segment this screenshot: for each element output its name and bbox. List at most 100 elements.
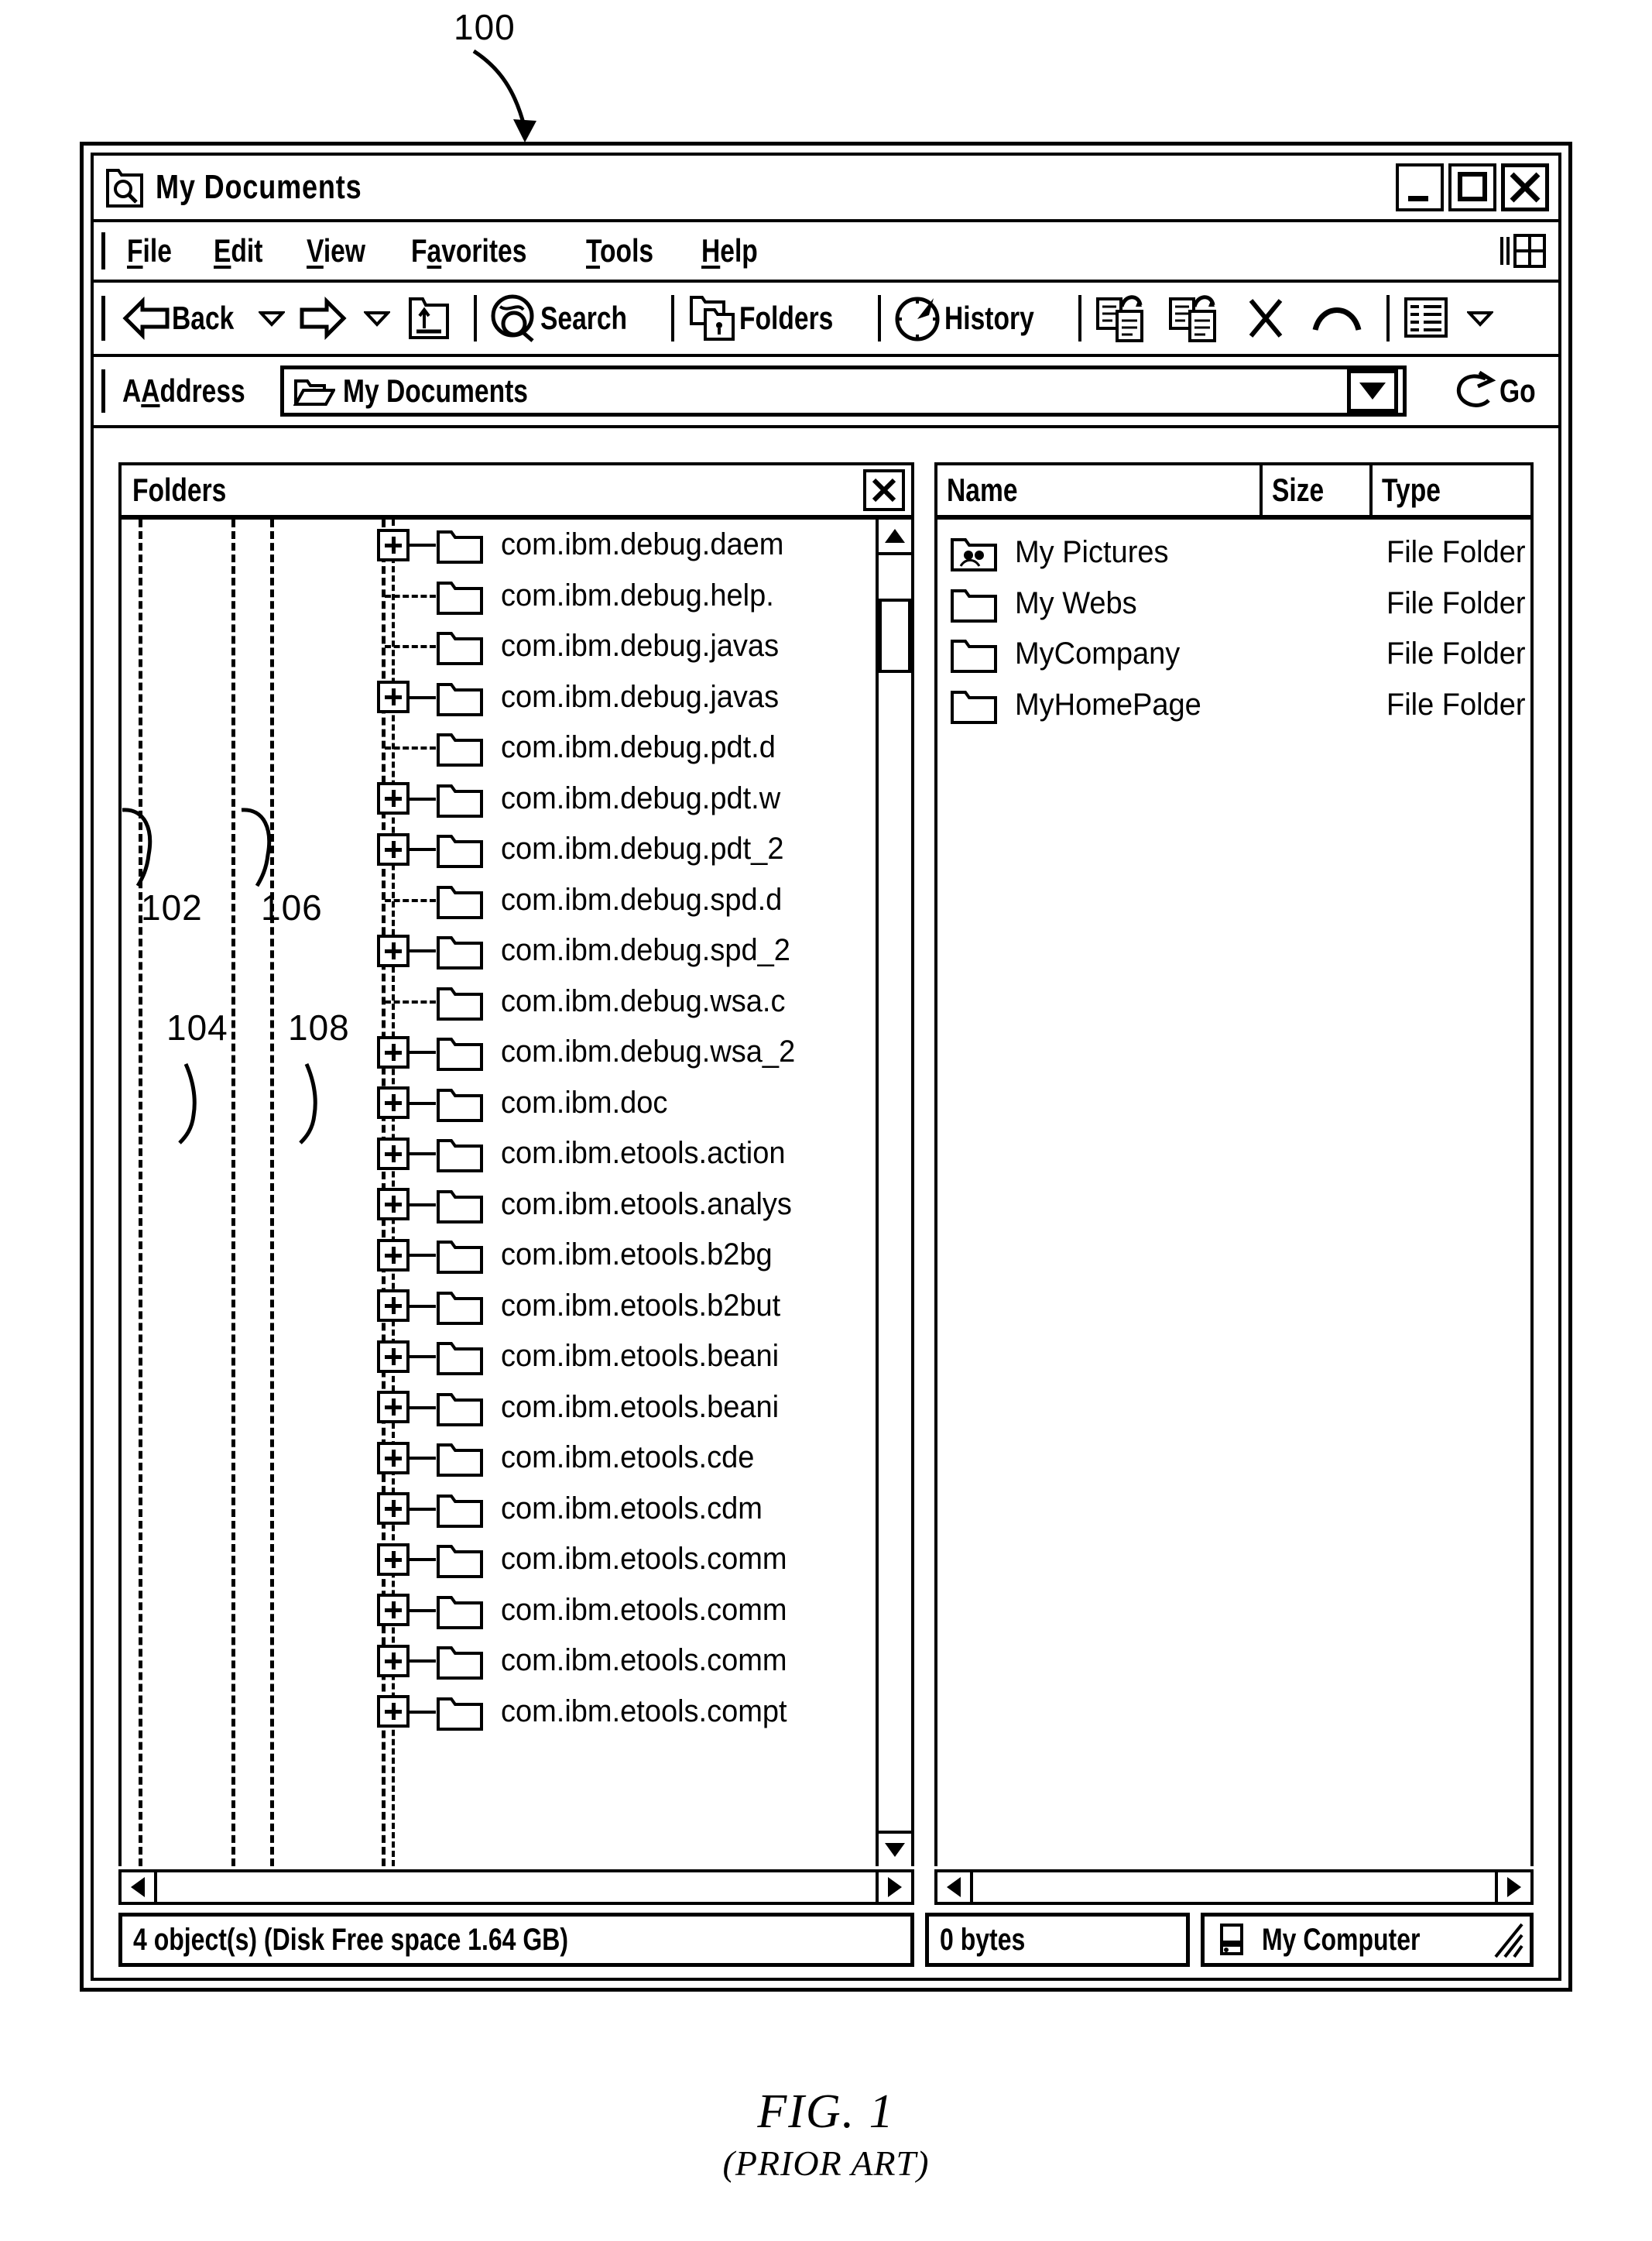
column-header-size[interactable]: Size [1263, 465, 1373, 515]
resize-grip-icon[interactable] [1491, 1920, 1527, 1961]
scroll-right-button[interactable] [876, 1872, 911, 1902]
go-button[interactable]: Go [1451, 369, 1544, 413]
menu-item-tools[interactable]: Tools [586, 232, 653, 269]
folders-pane-title: Folders [132, 472, 227, 508]
up-one-level-button[interactable] [406, 294, 452, 342]
menu-item-favorites[interactable]: Favorites [411, 232, 526, 269]
views-chevron-down-icon[interactable] [1466, 310, 1493, 327]
search-button[interactable]: Search [489, 293, 649, 344]
tree-expander-plus-icon[interactable] [377, 1035, 410, 1069]
undo-button[interactable] [1311, 297, 1365, 339]
tree-expander-plus-icon[interactable] [377, 1441, 410, 1474]
folder-search-icon [105, 166, 145, 209]
column-header-name[interactable]: Name [937, 465, 1263, 515]
tree-item-label: com.ibm.etools.action [501, 1136, 786, 1171]
tree-expander-plus-icon[interactable] [377, 832, 410, 866]
scroll-up-button[interactable] [879, 520, 911, 555]
folder-icon [436, 1084, 484, 1123]
scroll-right-button[interactable] [1495, 1872, 1530, 1902]
tree-expander-plus-icon[interactable] [377, 934, 410, 967]
tree-expander-plus-icon[interactable] [377, 1289, 410, 1323]
folder-icon [950, 686, 998, 725]
tree-expander-plus-icon[interactable] [377, 1086, 410, 1120]
pane-splitter[interactable] [914, 462, 934, 1905]
file-list-view[interactable]: My Pictures File Folder My Webs File Folder… [937, 520, 1530, 1866]
folders-tree-view[interactable]: com.ibm.debug.daem com.ibm.debug.help. com… [122, 520, 876, 1866]
tree-item-label: com.ibm.debug.help. [501, 578, 774, 613]
folder-icon [950, 635, 998, 674]
tree-expander-plus-icon[interactable] [377, 681, 410, 714]
scroll-left-button[interactable] [122, 1872, 157, 1902]
vertical-scroll-thumb[interactable] [879, 599, 911, 673]
history-label: History [944, 300, 1034, 336]
column-header-type[interactable]: Type [1373, 465, 1530, 515]
forward-button[interactable] [299, 297, 347, 340]
file-list-row[interactable]: My Pictures File Folder [937, 527, 1530, 578]
tree-expander-plus-icon[interactable] [377, 1340, 410, 1373]
back-button[interactable]: Back [122, 297, 249, 340]
file-list-row[interactable]: My Webs File Folder [937, 578, 1530, 630]
tree-expander-plus-icon[interactable] [377, 528, 410, 561]
folder-icon [436, 729, 484, 767]
horizontal-scroll-track[interactable] [973, 1872, 1495, 1902]
folder-icon [436, 1186, 484, 1224]
menu-item-help[interactable]: Help [701, 232, 758, 269]
views-button[interactable] [1402, 294, 1450, 342]
tree-expander-plus-icon[interactable] [377, 1543, 410, 1576]
triangle-right-icon [1507, 1877, 1521, 1897]
file-list-container: My Pictures File Folder My Webs File Folder… [934, 520, 1534, 1866]
callout-108: 108 [288, 1007, 350, 1048]
folders-pane-close-button[interactable] [863, 469, 905, 511]
toolbar-separator-5 [1386, 295, 1390, 341]
triangle-right-icon [888, 1877, 902, 1897]
menu-item-edit[interactable]: Edit [214, 232, 262, 269]
back-chevron-down-icon[interactable] [259, 310, 286, 327]
move-to-button[interactable] [1094, 293, 1146, 344]
minimize-button[interactable] [1396, 163, 1444, 211]
delete-button[interactable] [1244, 294, 1287, 342]
back-label: Back [172, 300, 235, 336]
tree-connector-line [410, 1710, 436, 1714]
address-grip[interactable] [101, 369, 110, 413]
vertical-scroll-track[interactable] [879, 555, 911, 1831]
open-folder-icon [293, 375, 336, 407]
horizontal-scroll-track[interactable] [157, 1872, 876, 1902]
tree-expander-plus-icon[interactable] [377, 1644, 410, 1677]
tree-expander-plus-icon[interactable] [377, 1137, 410, 1170]
tree-item-label: com.ibm.etools.beani [501, 1339, 780, 1374]
toolbar-grip[interactable] [101, 296, 110, 341]
tree-connector-line [410, 848, 436, 851]
tree-expander-plus-icon[interactable] [377, 782, 410, 815]
file-list-horizontal-scrollbar[interactable] [934, 1869, 1534, 1905]
ref-column-102 [139, 520, 142, 1866]
menu-item-file[interactable]: File [127, 232, 172, 269]
folder-icon [436, 1490, 484, 1529]
scroll-down-button[interactable] [879, 1831, 911, 1866]
tree-expander-plus-icon[interactable] [377, 1492, 410, 1525]
tree-expander-plus-icon[interactable] [377, 1391, 410, 1424]
address-input[interactable]: My Documents [280, 365, 1407, 417]
file-list-row[interactable]: MyHomePage File Folder [937, 680, 1530, 731]
history-button[interactable]: History [893, 293, 1057, 343]
tree-connector-line [385, 1000, 436, 1004]
tree-expander-plus-icon[interactable] [377, 1594, 410, 1627]
tree-item-label: com.ibm.etools.b2but [501, 1288, 781, 1323]
scroll-left-button[interactable] [937, 1872, 973, 1902]
copy-to-button[interactable] [1167, 293, 1219, 344]
folders-horizontal-scrollbar[interactable] [118, 1869, 914, 1905]
tree-expander-plus-icon[interactable] [377, 1188, 410, 1221]
tree-connector-line [410, 797, 436, 801]
menu-grip[interactable] [101, 232, 110, 269]
folders-button[interactable]: Folders [687, 293, 857, 344]
maximize-button[interactable] [1448, 163, 1496, 211]
tree-expander-plus-icon[interactable] [377, 1695, 410, 1728]
menu-item-view[interactable]: View [307, 232, 365, 269]
folders-vertical-scrollbar[interactable] [876, 520, 911, 1866]
tree-expander-plus-icon[interactable] [377, 1238, 410, 1272]
close-button[interactable] [1501, 163, 1549, 211]
address-dropdown-button[interactable] [1346, 369, 1398, 413]
status-bytes-text: 0 bytes [940, 1922, 1026, 1957]
file-name-cell: MyHomePage [1015, 687, 1201, 722]
file-list-row[interactable]: MyCompany File Folder [937, 629, 1530, 680]
forward-chevron-down-icon[interactable] [364, 310, 391, 327]
